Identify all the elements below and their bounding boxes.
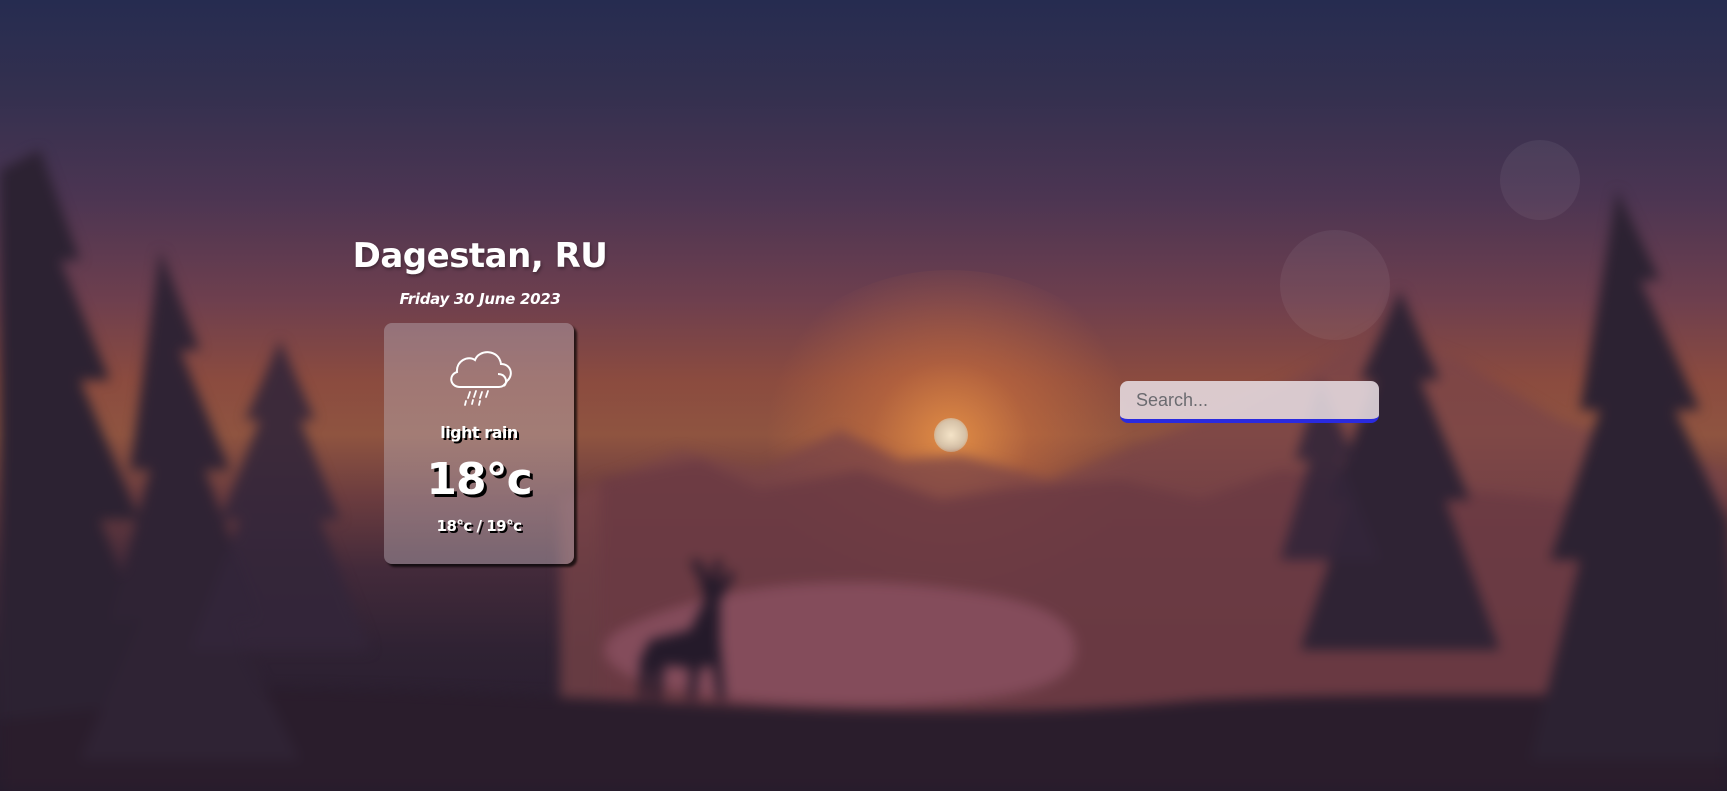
- cloud-rain-icon: [450, 351, 512, 406]
- background-landscape: [0, 0, 1727, 791]
- search-input[interactable]: [1120, 381, 1379, 423]
- temperature-range: 18°c / 19°c: [436, 517, 522, 535]
- scenery-silhouettes: [0, 150, 1727, 791]
- date-label: Friday 30 June 2023: [399, 290, 561, 308]
- current-temperature: 18°c: [426, 454, 532, 505]
- location-title: Dagestan, RU: [352, 236, 608, 276]
- weather-description: light rain: [440, 423, 518, 442]
- weather-card: light rain 18°c 18°c / 19°c: [384, 323, 574, 564]
